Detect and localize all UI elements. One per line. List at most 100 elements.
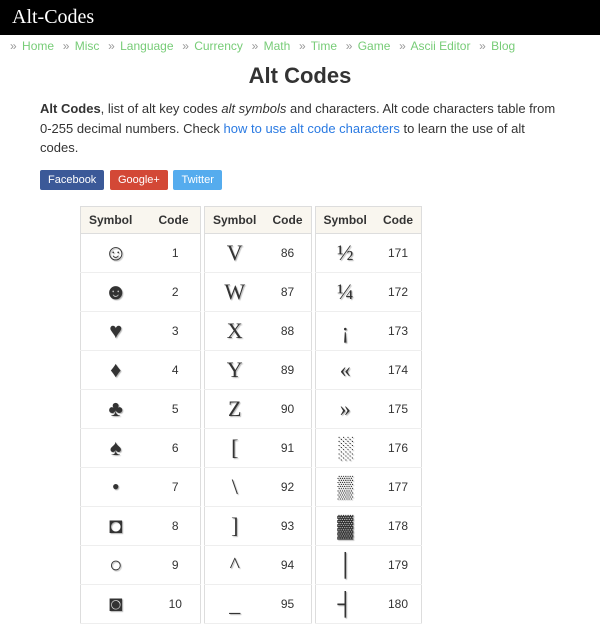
code-cell: 2 bbox=[151, 272, 201, 311]
page-title: Alt Codes bbox=[40, 63, 560, 89]
intro-em: alt symbols bbox=[221, 101, 286, 116]
table-row: ☻2 bbox=[81, 272, 201, 311]
table-row: •7 bbox=[81, 467, 201, 506]
col-symbol-header: Symbol bbox=[315, 206, 375, 233]
share-googleplus-button[interactable]: Google+ bbox=[110, 170, 168, 190]
code-cell: 94 bbox=[265, 545, 312, 584]
code-cell: 177 bbox=[375, 467, 422, 506]
code-cell: 95 bbox=[265, 584, 312, 623]
nav-currency[interactable]: Currency bbox=[194, 39, 243, 53]
symbol-cell: ¼ bbox=[315, 272, 375, 311]
table-row: ☺1 bbox=[81, 233, 201, 272]
symbol-cell: [ bbox=[205, 428, 265, 467]
code-cell: 174 bbox=[375, 350, 422, 389]
nav-ascii-editor[interactable]: Ascii Editor bbox=[410, 39, 470, 53]
codes-column-3: SymbolCode ½171 ¼172 ¡173 «174 »175 ░176… bbox=[315, 206, 423, 624]
symbol-cell: ┤ bbox=[315, 584, 375, 623]
symbol-cell: « bbox=[315, 350, 375, 389]
table-row: ○9 bbox=[81, 545, 201, 584]
symbol-cell: ¡ bbox=[315, 311, 375, 350]
codes-column-2: SymbolCode V86 W87 X88 Y89 Z90 [91 \92 ]… bbox=[204, 206, 312, 624]
table-row: «174 bbox=[315, 350, 422, 389]
symbol-cell: ♠ bbox=[81, 428, 151, 467]
symbol-cell: ▓ bbox=[315, 506, 375, 545]
code-cell: 179 bbox=[375, 545, 422, 584]
symbol-cell: ○ bbox=[81, 545, 151, 584]
breadcrumb-sep: » bbox=[479, 39, 486, 53]
code-cell: 9 bbox=[151, 545, 201, 584]
table-row: ◙10 bbox=[81, 584, 201, 623]
col-symbol-header: Symbol bbox=[205, 206, 265, 233]
symbol-cell: » bbox=[315, 389, 375, 428]
table-row: ¡173 bbox=[315, 311, 422, 350]
table-row: ▒177 bbox=[315, 467, 422, 506]
nav-blog[interactable]: Blog bbox=[491, 39, 515, 53]
code-cell: 175 bbox=[375, 389, 422, 428]
table-row: ♦4 bbox=[81, 350, 201, 389]
nav-misc[interactable]: Misc bbox=[75, 39, 100, 53]
code-cell: 6 bbox=[151, 428, 201, 467]
breadcrumb-sep: » bbox=[108, 39, 115, 53]
code-cell: 7 bbox=[151, 467, 201, 506]
breadcrumb-sep: » bbox=[10, 39, 17, 53]
code-cell: 178 bbox=[375, 506, 422, 545]
col-code-header: Code bbox=[375, 206, 422, 233]
symbol-cell: _ bbox=[205, 584, 265, 623]
code-cell: 87 bbox=[265, 272, 312, 311]
table-row: ]93 bbox=[205, 506, 312, 545]
table-row: ░176 bbox=[315, 428, 422, 467]
table-row: │179 bbox=[315, 545, 422, 584]
symbol-cell: ] bbox=[205, 506, 265, 545]
code-cell: 5 bbox=[151, 389, 201, 428]
table-row: _95 bbox=[205, 584, 312, 623]
code-cell: 180 bbox=[375, 584, 422, 623]
code-cell: 4 bbox=[151, 350, 201, 389]
symbol-cell: ♦ bbox=[81, 350, 151, 389]
breadcrumb-sep: » bbox=[399, 39, 406, 53]
symbol-cell: ☻ bbox=[81, 272, 151, 311]
symbol-cell: Y bbox=[205, 350, 265, 389]
symbol-cell: ▒ bbox=[315, 467, 375, 506]
symbol-cell: ◙ bbox=[81, 584, 151, 623]
howto-link[interactable]: how to use alt code characters bbox=[224, 121, 400, 136]
nav-home[interactable]: Home bbox=[22, 39, 54, 53]
breadcrumb: » Home » Misc » Language » Currency » Ma… bbox=[0, 35, 600, 57]
symbol-cell: ♣ bbox=[81, 389, 151, 428]
breadcrumb-sep: » bbox=[346, 39, 353, 53]
symbol-cell: X bbox=[205, 311, 265, 350]
table-row: V86 bbox=[205, 233, 312, 272]
col-symbol-header: Symbol bbox=[81, 206, 151, 233]
code-cell: 91 bbox=[265, 428, 312, 467]
table-row: ½171 bbox=[315, 233, 422, 272]
table-row: W87 bbox=[205, 272, 312, 311]
site-title: Alt-Codes bbox=[12, 6, 94, 28]
table-row: ▓178 bbox=[315, 506, 422, 545]
share-bar: Facebook Google+ Twitter bbox=[40, 170, 560, 190]
share-facebook-button[interactable]: Facebook bbox=[40, 170, 104, 190]
symbol-cell: \ bbox=[205, 467, 265, 506]
nav-language[interactable]: Language bbox=[120, 39, 173, 53]
code-cell: 176 bbox=[375, 428, 422, 467]
code-cell: 86 bbox=[265, 233, 312, 272]
code-cell: 1 bbox=[151, 233, 201, 272]
col-code-header: Code bbox=[151, 206, 201, 233]
code-cell: 8 bbox=[151, 506, 201, 545]
symbol-cell: W bbox=[205, 272, 265, 311]
col-code-header: Code bbox=[265, 206, 312, 233]
symbol-cell: ^ bbox=[205, 545, 265, 584]
table-row: Y89 bbox=[205, 350, 312, 389]
table-row: ♠6 bbox=[81, 428, 201, 467]
nav-math[interactable]: Math bbox=[264, 39, 291, 53]
table-row: [91 bbox=[205, 428, 312, 467]
nav-game[interactable]: Game bbox=[358, 39, 391, 53]
intro-strong: Alt Codes bbox=[40, 101, 101, 116]
code-cell: 92 bbox=[265, 467, 312, 506]
table-row: »175 bbox=[315, 389, 422, 428]
nav-time[interactable]: Time bbox=[311, 39, 337, 53]
code-cell: 93 bbox=[265, 506, 312, 545]
code-cell: 88 bbox=[265, 311, 312, 350]
share-twitter-button[interactable]: Twitter bbox=[173, 170, 221, 190]
site-header: Alt-Codes bbox=[0, 0, 600, 35]
table-row: X88 bbox=[205, 311, 312, 350]
main-content: Alt Codes Alt Codes, list of alt key cod… bbox=[20, 57, 580, 644]
